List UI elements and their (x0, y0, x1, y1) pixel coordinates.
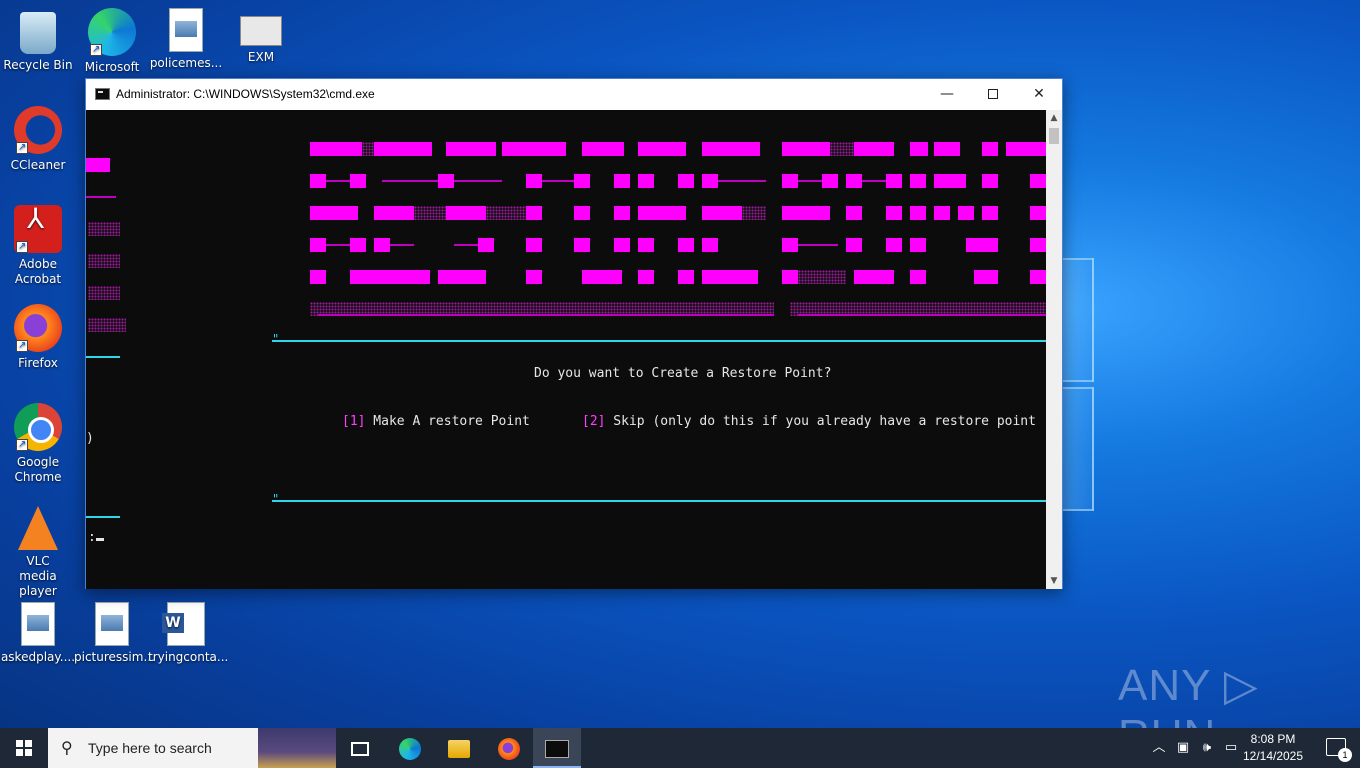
chrome-icon (14, 403, 62, 452)
desktop-icon-label: tryingconta... (148, 650, 229, 664)
divider-bottom-wrap (86, 516, 120, 518)
desktop-icon-label: Firefox (18, 356, 58, 370)
option-2-text: Skip (only do this if you already have a… (605, 414, 1036, 429)
vertical-scrollbar[interactable]: ▲ ▼ (1046, 110, 1062, 589)
firefox-icon (14, 304, 62, 353)
scroll-thumb[interactable] (1049, 128, 1059, 144)
close-button[interactable]: ✕ (1016, 79, 1062, 110)
divider-bottom (272, 500, 1047, 502)
desktop-icon-policemes[interactable]: policemes... (148, 8, 224, 71)
input-prompt: : (88, 530, 96, 545)
scroll-up-icon[interactable]: ▲ (1046, 110, 1062, 126)
desktop-icon-label: policemes... (149, 56, 223, 70)
option-1-text: Make A restore Point (365, 414, 530, 429)
search-highlight-image (258, 728, 336, 768)
edge-icon (399, 737, 421, 760)
search-icon: ⚲ (61, 738, 73, 757)
desktop-icon-recycle-bin[interactable]: Recycle Bin (0, 8, 76, 73)
cmd-icon (545, 739, 569, 758)
task-view-button[interactable] (336, 728, 384, 768)
option-2-number: [2] (582, 414, 606, 429)
desktop-icon-acrobat[interactable]: Adobe Acrobat (0, 205, 76, 287)
desktop-icon-edge[interactable]: Microsoft Edge (74, 8, 150, 75)
desktop-icon-label: picturessim... (74, 650, 155, 664)
tray-overflow-button[interactable]: ︿ (1150, 728, 1168, 768)
cmd-app-icon[interactable] (95, 88, 110, 100)
desktop-icon-label: Google Chrome (14, 455, 62, 484)
divider-top (272, 340, 1047, 342)
rule-quote: " (272, 332, 280, 346)
image-file-icon (95, 602, 129, 646)
shortcut-arrow-icon (16, 239, 28, 254)
taskbar-firefox[interactable] (485, 728, 533, 768)
chevron-up-icon: ︿ (1152, 740, 1166, 755)
notification-count-badge: 1 (1338, 748, 1352, 762)
desktop-icon-label: VLC media player (19, 554, 57, 598)
taskbar-edge[interactable] (386, 728, 434, 768)
clock-date: 12/14/2025 (1242, 749, 1304, 763)
shortcut-arrow-icon (90, 42, 102, 57)
desktop-icon-firefox[interactable]: Firefox (0, 304, 76, 371)
option-make-restore: [1] Make A restore Point (342, 414, 530, 429)
settings-file-icon (240, 16, 282, 46)
desktop-icon-chrome[interactable]: Google Chrome (0, 403, 76, 485)
console-output[interactable]: " Do you want to Create a Restore Point?… (86, 110, 1047, 589)
start-button[interactable] (0, 728, 48, 768)
desktop-icon-picturessim[interactable]: picturessim... (74, 602, 155, 665)
cmd-window[interactable]: Administrator: C:\WINDOWS\System32\cmd.e… (85, 78, 1063, 589)
firefox-icon (498, 737, 520, 760)
desktop-icon-label: Adobe Acrobat (14, 257, 62, 286)
shortcut-arrow-icon (16, 437, 28, 452)
taskbar: ⚲ Type here to search ︿ ▣ 🕪 ▭ 8:08 PM 12… (0, 728, 1360, 768)
image-file-icon (21, 602, 55, 646)
desktop-icon-label: Microsoft Edge (84, 60, 140, 74)
window-title: Administrator: C:\WINDOWS\System32\cmd.e… (116, 87, 375, 101)
wrapped-banner-fragment (86, 110, 128, 350)
clock-time: 8:08 PM (1250, 732, 1296, 746)
tray-network-icon[interactable]: ▣ (1174, 728, 1192, 768)
recycle-bin-icon (20, 12, 56, 54)
option-1-number: [1] (342, 414, 366, 429)
taskbar-search[interactable]: ⚲ Type here to search (48, 728, 336, 768)
text-cursor[interactable] (96, 538, 104, 541)
taskbar-clock[interactable]: 8:08 PM 12/14/2025 (1238, 731, 1308, 765)
taskbar-cmd[interactable] (533, 728, 581, 768)
search-placeholder: Type here to search (88, 740, 212, 756)
desktop-icon-ccleaner[interactable]: CCleaner (0, 106, 76, 173)
divider-top-wrap (86, 356, 120, 358)
desktop-icon-tryingconta[interactable]: tryingconta... (148, 602, 229, 665)
maximize-button[interactable] (970, 79, 1016, 110)
taskbar-file-explorer[interactable] (435, 728, 483, 768)
desktop-icon-label: askedplay.... (0, 650, 76, 664)
shortcut-arrow-icon (16, 140, 28, 155)
desktop-icon-askedplay[interactable]: askedplay.... (0, 602, 76, 665)
desktop-icon-vlc[interactable]: VLC media player (0, 502, 76, 599)
rule-quote: " (272, 492, 280, 506)
wrapped-paren: ) (86, 431, 94, 446)
scroll-down-icon[interactable]: ▼ (1046, 573, 1062, 589)
ccleaner-icon (14, 106, 62, 155)
desktop-icon-exm[interactable]: EXM Premium Install (223, 8, 299, 65)
maximize-icon (988, 89, 998, 99)
folder-icon (448, 739, 470, 758)
minimize-button[interactable]: — (924, 79, 970, 110)
desktop-icon-label: Recycle Bin (3, 58, 73, 72)
desktop-icon-label: EXM Premium Install (247, 50, 275, 64)
desktop-icon-label: CCleaner (10, 158, 66, 172)
task-view-icon (351, 741, 369, 756)
image-file-icon (169, 8, 203, 52)
acrobat-icon (14, 205, 62, 254)
edge-icon (88, 8, 136, 57)
word-document-icon (162, 602, 205, 646)
cmd-titlebar[interactable]: Administrator: C:\WINDOWS\System32\cmd.e… (86, 79, 1062, 110)
windows-logo-icon (16, 740, 23, 747)
vlc-icon (18, 506, 58, 550)
tray-volume-icon[interactable]: 🕪 (1197, 728, 1217, 768)
ascii-banner (310, 142, 1047, 322)
option-skip: [2] Skip (only do this if you already ha… (582, 414, 1036, 429)
shortcut-arrow-icon (16, 338, 28, 353)
restore-question: Do you want to Create a Restore Point? (534, 366, 832, 381)
